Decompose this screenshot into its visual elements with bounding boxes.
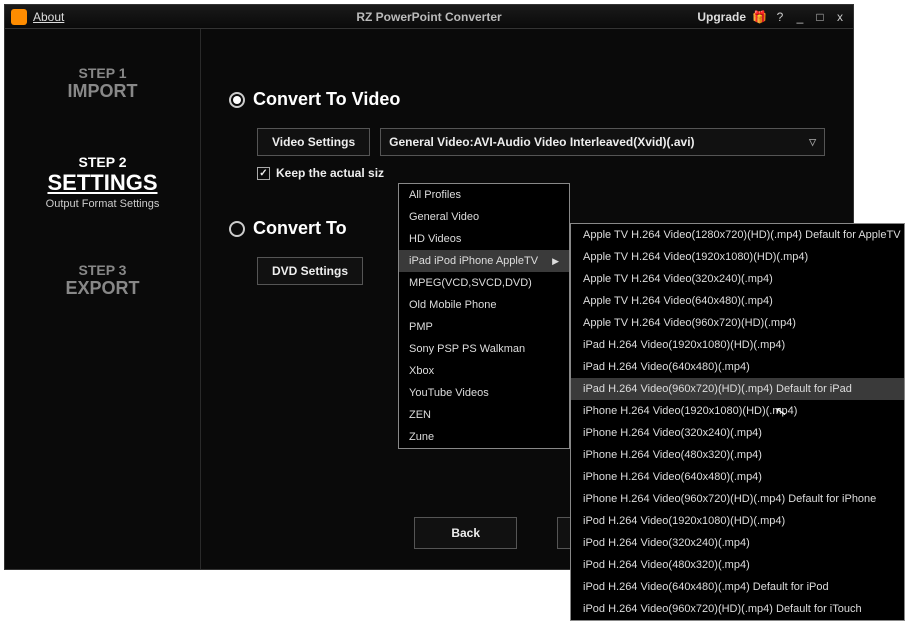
menu-item[interactable]: All Profiles bbox=[399, 184, 569, 206]
menu-item[interactable]: Zune bbox=[399, 426, 569, 448]
convert-dvd-label: Convert To bbox=[253, 218, 347, 239]
submenu-item[interactable]: iPod H.264 Video(320x240)(.mp4) bbox=[571, 532, 904, 554]
help-button[interactable]: ? bbox=[773, 10, 787, 24]
submenu-item[interactable]: iPod H.264 Video(1920x1080)(HD)(.mp4) bbox=[571, 510, 904, 532]
convert-to-video-row: Convert To Video bbox=[229, 89, 825, 110]
submenu-item[interactable]: iPhone H.264 Video(1920x1080)(HD)(.mp4) bbox=[571, 400, 904, 422]
close-button[interactable]: x bbox=[833, 10, 847, 24]
keep-size-checkbox[interactable]: ✓ bbox=[257, 167, 270, 180]
dropdown-value: General Video:AVI-Audio Video Interleave… bbox=[389, 135, 694, 149]
sidebar: STEP 1 IMPORT STEP 2 SETTINGS Output For… bbox=[5, 29, 201, 569]
minimize-button[interactable]: _ bbox=[793, 10, 807, 24]
video-format-dropdown[interactable]: General Video:AVI-Audio Video Interleave… bbox=[380, 128, 825, 156]
submenu-arrow-icon: ▶ bbox=[552, 256, 559, 267]
step-subtitle: Output Format Settings bbox=[46, 198, 160, 210]
sidebar-step-settings[interactable]: STEP 2 SETTINGS Output Format Settings bbox=[46, 154, 160, 210]
submenu-item[interactable]: Apple TV H.264 Video(960x720)(HD)(.mp4) bbox=[571, 312, 904, 334]
convert-video-label: Convert To Video bbox=[253, 89, 400, 110]
video-settings-row: Video Settings General Video:AVI-Audio V… bbox=[257, 128, 825, 156]
keep-size-row: ✓ Keep the actual siz bbox=[257, 166, 825, 180]
maximize-button[interactable]: □ bbox=[813, 10, 827, 24]
convert-dvd-radio[interactable] bbox=[229, 221, 245, 237]
titlebar-right: Upgrade 🎁 ? _ □ x bbox=[697, 10, 853, 24]
submenu-item[interactable]: iPod H.264 Video(640x480)(.mp4) Default … bbox=[571, 576, 904, 598]
about-link[interactable]: About bbox=[33, 10, 64, 24]
submenu-item[interactable]: iPod H.264 Video(960x720)(HD)(.mp4) Defa… bbox=[571, 598, 904, 620]
submenu-item[interactable]: iPad H.264 Video(1920x1080)(HD)(.mp4) bbox=[571, 334, 904, 356]
step-number: STEP 2 bbox=[46, 154, 160, 170]
menu-item[interactable]: iPad iPod iPhone AppleTV▶ bbox=[399, 250, 569, 272]
submenu-item[interactable]: Apple TV H.264 Video(320x240)(.mp4) bbox=[571, 268, 904, 290]
menu-item[interactable]: Old Mobile Phone bbox=[399, 294, 569, 316]
window-title: RZ PowerPoint Converter bbox=[356, 10, 501, 24]
keep-size-label: Keep the actual siz bbox=[276, 166, 384, 180]
submenu-item[interactable]: iPod H.264 Video(480x320)(.mp4) bbox=[571, 554, 904, 576]
submenu-item[interactable]: iPad H.264 Video(640x480)(.mp4) bbox=[571, 356, 904, 378]
sidebar-step-import[interactable]: STEP 1 IMPORT bbox=[68, 65, 138, 102]
submenu-item[interactable]: iPhone H.264 Video(640x480)(.mp4) bbox=[571, 466, 904, 488]
submenu-item[interactable]: iPhone H.264 Video(320x240)(.mp4) bbox=[571, 422, 904, 444]
profile-category-menu[interactable]: All ProfilesGeneral VideoHD VideosiPad i… bbox=[398, 183, 570, 449]
app-logo-icon bbox=[11, 9, 27, 25]
menu-item[interactable]: YouTube Videos bbox=[399, 382, 569, 404]
upgrade-link[interactable]: Upgrade bbox=[697, 10, 746, 24]
menu-item[interactable]: MPEG(VCD,SVCD,DVD) bbox=[399, 272, 569, 294]
back-button[interactable]: Back bbox=[414, 517, 517, 549]
video-settings-button[interactable]: Video Settings bbox=[257, 128, 370, 156]
dvd-settings-button[interactable]: DVD Settings bbox=[257, 257, 363, 285]
convert-video-radio[interactable] bbox=[229, 92, 245, 108]
submenu-item[interactable]: Apple TV H.264 Video(640x480)(.mp4) bbox=[571, 290, 904, 312]
step-name: IMPORT bbox=[68, 81, 138, 102]
submenu-item[interactable]: iPhone H.264 Video(960x720)(HD)(.mp4) De… bbox=[571, 488, 904, 510]
submenu-item[interactable]: iPad H.264 Video(960x720)(HD)(.mp4) Defa… bbox=[571, 378, 904, 400]
titlebar: About RZ PowerPoint Converter Upgrade 🎁 … bbox=[5, 5, 853, 29]
step-name: SETTINGS bbox=[46, 170, 160, 196]
step-number: STEP 1 bbox=[68, 65, 138, 81]
step-name: EXPORT bbox=[65, 278, 139, 299]
menu-item[interactable]: HD Videos bbox=[399, 228, 569, 250]
menu-item[interactable]: Xbox bbox=[399, 360, 569, 382]
menu-item[interactable]: PMP bbox=[399, 316, 569, 338]
submenu-item[interactable]: Apple TV H.264 Video(1920x1080)(HD)(.mp4… bbox=[571, 246, 904, 268]
menu-item[interactable]: General Video bbox=[399, 206, 569, 228]
submenu-item[interactable]: Apple TV H.264 Video(1280x720)(HD)(.mp4)… bbox=[571, 224, 904, 246]
menu-item[interactable]: ZEN bbox=[399, 404, 569, 426]
menu-item[interactable]: Sony PSP PS Walkman bbox=[399, 338, 569, 360]
gift-icon[interactable]: 🎁 bbox=[752, 10, 767, 24]
step-number: STEP 3 bbox=[65, 262, 139, 278]
submenu-item[interactable]: iPhone H.264 Video(480x320)(.mp4) bbox=[571, 444, 904, 466]
profile-submenu[interactable]: Apple TV H.264 Video(1280x720)(HD)(.mp4)… bbox=[570, 223, 905, 621]
sidebar-step-export[interactable]: STEP 3 EXPORT bbox=[65, 262, 139, 299]
chevron-down-icon: ▽ bbox=[809, 137, 816, 148]
